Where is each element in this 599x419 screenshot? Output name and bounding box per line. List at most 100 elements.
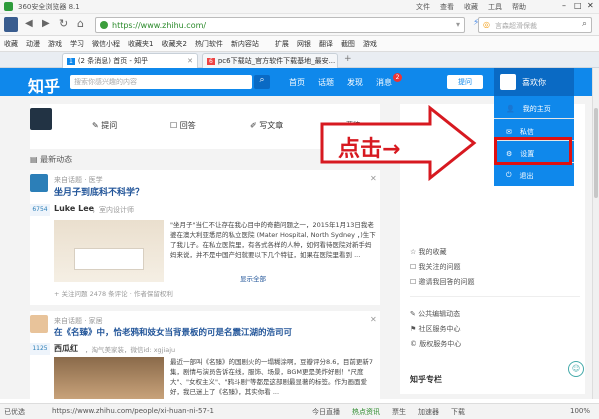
menu-tools[interactable]: 工具 [488,2,502,12]
status-download[interactable]: 下载 [451,407,465,417]
power-icon: ⏻ [506,171,512,179]
status-accelerator[interactable]: 加速器 [418,407,439,417]
url-text[interactable]: https://www.zhihu.com/ [112,21,206,30]
author-desc: ，室内设计师 [92,206,134,214]
fav-item-3[interactable]: 学习 [70,39,84,49]
nav-discover[interactable]: 发现 [347,77,363,88]
zhihu-search-input[interactable]: 搜索你感兴趣的内容 [70,75,252,89]
fav-item-8[interactable]: 新内容站 [231,39,259,49]
username[interactable]: 喜欢你 [522,77,546,88]
feed-item: 来自话题 · 医学 ✕ 坐月子到底科不科学？ 6754 Luke Lee ，室内… [30,170,380,305]
status-left[interactable]: 已优选 [4,407,25,417]
answer-link[interactable]: ☐ 回答 [170,120,196,131]
search-engine-icon[interactable]: ◎ [483,20,490,29]
status-live[interactable]: 今日直播 [312,407,340,417]
fav-right-2[interactable]: 翻译 [319,39,333,49]
vote-count[interactable]: 1125 [30,343,50,355]
minimize-button[interactable]: – [562,1,566,10]
tab-label: (2 条消息) 首页 - 知乎 [77,57,149,65]
zoom-level[interactable]: 100% [570,407,590,415]
zhihu-logo[interactable]: 知乎 [28,73,60,97]
fav-right-4[interactable]: 游戏 [363,39,377,49]
home-icon[interactable]: ⌂ [77,17,84,30]
maximize-button[interactable]: □ [574,1,582,10]
search-box[interactable]: ◎ 言森超滑保裁 ⌕ [478,17,592,33]
invite-icon: ☐ [410,278,419,286]
tab-pc6[interactable]: 6 pc6下载站_官方软件下载基地_最安... [202,53,338,68]
feedback-icon[interactable]: ☺ [568,361,584,377]
dropdown-icon[interactable]: ▾ [456,20,460,29]
mail-icon: ✉ [506,127,512,136]
user-menu-trigger[interactable]: 喜欢你 [494,68,574,96]
forward-icon[interactable]: ▶ [42,18,50,29]
write-label: 写文章 [259,121,284,130]
new-tab-button[interactable]: + [344,54,352,64]
menu-help[interactable]: 帮助 [512,2,526,12]
tab-zhihu[interactable]: 1 (2 条消息) 首页 - 知乎 ✕ [62,53,198,68]
topic-icon[interactable] [30,315,48,333]
feed-heading-text: 最新动态 [40,155,73,164]
star-icon: ☆ [410,248,419,256]
tab-close-icon[interactable]: ✕ [187,57,193,65]
url-bar[interactable]: https://www.zhihu.com/ ▾ [95,17,465,33]
menu-view[interactable]: 查看 [440,2,454,12]
close-window-button[interactable]: ✕ [587,1,594,10]
fav-item-0[interactable]: 收藏 [4,39,18,49]
status-vote[interactable]: 票生 [392,407,406,417]
sidebar-label: 社区服务中心 [418,325,461,333]
search-icon[interactable]: ⌕ [582,19,587,29]
feed-icon: ▤ [30,155,41,164]
browser-logo-icon [4,2,13,11]
feed-image[interactable] [54,357,164,399]
write-link[interactable]: ✐ 写文章 [250,120,283,131]
feed-author[interactable]: Luke Lee [54,204,94,213]
zhihu-search-placeholder: 搜索你感兴趣的内容 [74,78,137,86]
menu-logout[interactable]: ⏻ 退出 [494,162,574,188]
feed-footer[interactable]: + 关注问题 2478 条评论 · 作者保留权利 [54,288,173,298]
fav-right-1[interactable]: 网银 [297,39,311,49]
refresh-icon[interactable]: ↻ [59,17,68,30]
scrollbar[interactable] [592,68,599,399]
avatar[interactable] [30,108,52,130]
show-more-link[interactable]: 显示全部 [240,273,266,283]
fav-item-4[interactable]: 微信小程 [92,39,120,49]
ask-link[interactable]: ✎ 提问 [92,120,117,131]
avatar[interactable] [500,74,516,90]
feed-author[interactable]: 西瓜红 [54,343,78,354]
vote-count[interactable]: 6754 [30,204,50,216]
zhihu-search-button[interactable]: ⌕ [254,75,270,89]
dismiss-icon[interactable]: ✕ [370,315,377,324]
feed-question[interactable]: 坐月子到底科不科学？ [54,185,144,198]
sidebar-invited-questions[interactable]: ☐ 邀请我回答的问题 [410,277,475,287]
fav-item-7[interactable]: 热门软件 [195,39,223,49]
nav-home[interactable]: 首页 [289,77,305,88]
fav-item-6[interactable]: 收藏夹2 [161,39,186,49]
scrollbar-thumb[interactable] [594,108,598,198]
sidebar-favorites[interactable]: ☆ 我的收藏 [410,247,447,257]
sidebar-followed-questions[interactable]: ☐ 我关注的问题 [410,262,461,272]
back-icon[interactable]: ◀ [25,18,33,29]
fav-item-1[interactable]: 动漫 [26,39,40,49]
ask-question-button[interactable]: 提问 [447,75,483,89]
fav-item-5[interactable]: 收藏夹1 [128,39,153,49]
feed-question[interactable]: 在《名臻》中，恰老鸦和妓女当背景板的可是名震江湖的浩司可 [54,326,292,338]
sidebar-community-center[interactable]: ⚑ 社区服务中心 [410,324,461,334]
nav-topics[interactable]: 话题 [318,77,334,88]
fav-right-3[interactable]: 截图 [341,39,355,49]
sidebar-copyright-center[interactable]: © 版权服务中心 [410,339,461,349]
sidebar-public-edits[interactable]: ✎ 公共编辑动态 [410,309,460,319]
nav-messages[interactable]: 消息 [376,77,392,88]
menu-favorites[interactable]: 收藏 [464,2,478,12]
author-desc: ，淘气美家装，微信id: xgjiaju [85,346,176,354]
edit-icon: ✎ [92,121,102,130]
user-avatar-icon[interactable] [4,17,18,32]
tab-favicon-icon: 6 [207,57,215,65]
topic-icon[interactable] [30,174,48,192]
status-news[interactable]: 热点资讯 [352,407,380,417]
status-bar: 已优选 https://www.zhihu.com/people/xi-huan… [0,403,599,419]
fav-item-2[interactable]: 游戏 [48,39,62,49]
fav-right-0[interactable]: 扩展 [275,39,289,49]
feed-image[interactable] [54,220,164,282]
menu-file[interactable]: 文件 [416,2,430,12]
secure-icon [100,21,108,29]
